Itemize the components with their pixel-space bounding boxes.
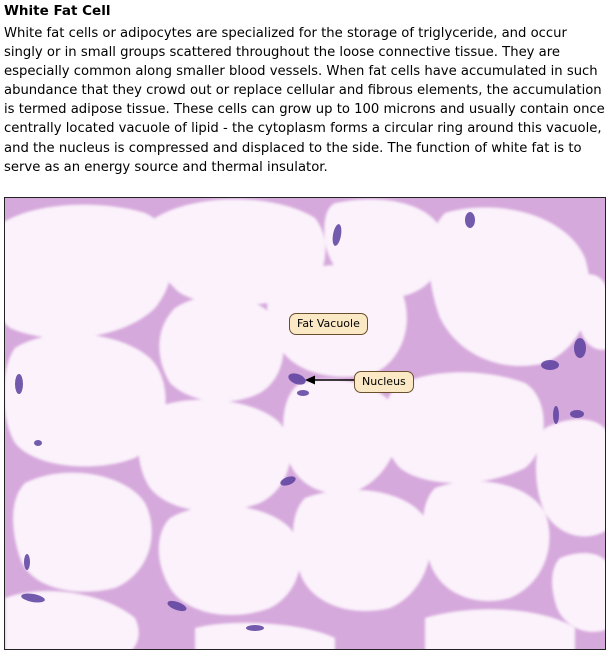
nucleus-2 (465, 212, 475, 228)
description-paragraph: White fat cells or adipocytes are specia… (4, 26, 605, 175)
nucleus-7 (570, 410, 584, 418)
page-title: White Fat Cell (4, 3, 111, 19)
nucleus-6 (553, 406, 559, 424)
adipose-micrograph: Fat Vacuole Nucleus (4, 197, 606, 650)
nucleus-4 (541, 360, 559, 370)
fat-vacuoles (5, 199, 605, 649)
nucleus-14 (297, 390, 309, 396)
fat-vacuole-14 (158, 505, 301, 616)
fat-vacuole-15 (293, 489, 431, 612)
fat-vacuole-10 (138, 399, 291, 512)
nucleus-12 (246, 625, 264, 631)
fat-vacuole-7 (159, 295, 284, 402)
nucleus-13 (24, 554, 30, 570)
nucleus-3 (574, 338, 586, 358)
nucleus-5 (15, 374, 23, 394)
fat-vacuole-label: Fat Vacuole (289, 313, 368, 335)
nucleus-label: Nucleus (354, 371, 414, 393)
nucleus-arrow (305, 374, 357, 386)
fat-vacuole-13 (13, 472, 152, 592)
nucleus-9 (34, 440, 42, 446)
